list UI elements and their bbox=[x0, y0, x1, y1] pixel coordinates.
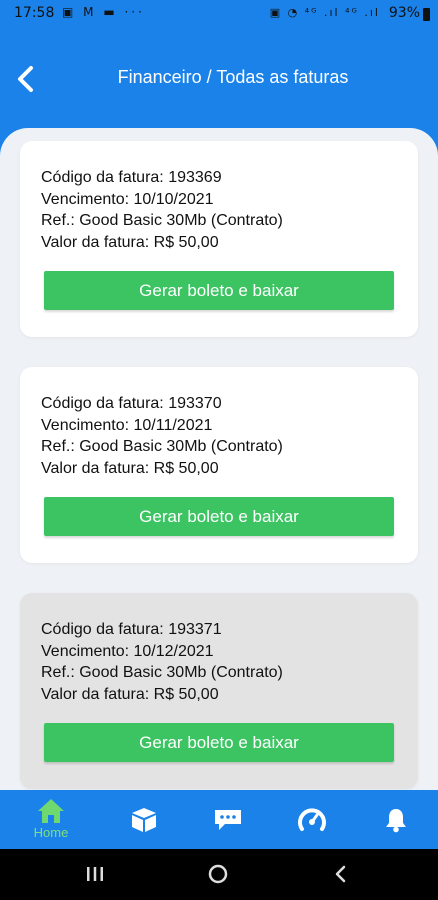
box-icon bbox=[132, 808, 156, 832]
system-navigation-bar bbox=[0, 849, 438, 900]
recent-apps-icon bbox=[87, 867, 103, 881]
invoice-card: Código da fatura: 193370 Vencimento: 10/… bbox=[20, 367, 418, 563]
speedometer-icon bbox=[298, 808, 326, 831]
chat-icon bbox=[215, 810, 241, 830]
nav-chat[interactable] bbox=[198, 790, 258, 849]
invoice-details: Código da fatura: 193369 Vencimento: 10/… bbox=[41, 167, 283, 253]
battery-level: 93% bbox=[388, 5, 420, 21]
back-system-button[interactable] bbox=[311, 849, 371, 900]
invoice-due-date: Vencimento: 10/11/2021 bbox=[41, 416, 213, 434]
invoice-code: Código da fatura: 193369 bbox=[41, 169, 222, 186]
invoice-list[interactable]: Código da fatura: 193369 Vencimento: 10/… bbox=[0, 128, 438, 790]
invoice-reference: Ref.: Good Basic 30Mb (Contrato) bbox=[41, 664, 283, 681]
invoice-code: Código da fatura: 193371 bbox=[41, 621, 222, 638]
invoice-amount: Valor da fatura: R$ 50,00 bbox=[41, 459, 219, 477]
circle-home-icon bbox=[208, 864, 228, 884]
bottom-navigation: Home bbox=[0, 790, 438, 849]
notification-icons: ▣ M ▬ ··· bbox=[62, 5, 145, 19]
nav-home-label: Home bbox=[33, 825, 69, 840]
invoice-card: Código da fatura: 193369 Vencimento: 10/… bbox=[20, 141, 418, 337]
signal-icons: ▣ ◔ ⁴ᴳ .ıl ⁴ᴳ .ıl bbox=[269, 6, 380, 19]
battery-icon bbox=[423, 8, 430, 21]
invoice-details: Código da fatura: 193370 Vencimento: 10/… bbox=[41, 393, 283, 479]
chevron-left-icon bbox=[335, 865, 346, 883]
invoice-card: Código da fatura: 193371 Vencimento: 10/… bbox=[20, 593, 418, 789]
invoice-code: Código da fatura: 193370 bbox=[41, 395, 222, 412]
bell-icon bbox=[386, 809, 406, 833]
recent-apps-button[interactable] bbox=[65, 849, 125, 900]
invoice-amount: Valor da fatura: R$ 50,00 bbox=[41, 233, 219, 251]
invoice-due-date: Vencimento: 10/10/2021 bbox=[41, 190, 214, 208]
status-bar: 17:58 ▣ M ▬ ··· ▣ ◔ ⁴ᴳ .ıl ⁴ᴳ .ıl 93% bbox=[0, 0, 438, 28]
page-title: Financeiro / Todas as faturas bbox=[117, 67, 349, 87]
home-icon bbox=[38, 799, 64, 823]
invoice-due-date: Vencimento: 10/12/2021 bbox=[41, 642, 214, 660]
home-system-button[interactable] bbox=[188, 849, 248, 900]
invoice-amount: Valor da fatura: R$ 50,00 bbox=[41, 685, 219, 703]
nav-products[interactable] bbox=[114, 790, 174, 849]
generate-boleto-button[interactable]: Gerar boleto e baixar bbox=[44, 723, 394, 762]
nav-home[interactable]: Home bbox=[21, 790, 81, 849]
status-time: 17:58 bbox=[14, 5, 55, 21]
invoice-details: Código da fatura: 193371 Vencimento: 10/… bbox=[41, 619, 283, 705]
generate-boleto-button[interactable]: Gerar boleto e baixar bbox=[44, 271, 394, 310]
nav-speedtest[interactable] bbox=[282, 790, 342, 849]
invoice-reference: Ref.: Good Basic 30Mb (Contrato) bbox=[41, 212, 283, 229]
generate-boleto-button[interactable]: Gerar boleto e baixar bbox=[44, 497, 394, 536]
invoice-reference: Ref.: Good Basic 30Mb (Contrato) bbox=[41, 438, 283, 455]
nav-notifications[interactable] bbox=[366, 790, 426, 849]
app-header: Financeiro / Todas as faturas bbox=[0, 28, 438, 128]
